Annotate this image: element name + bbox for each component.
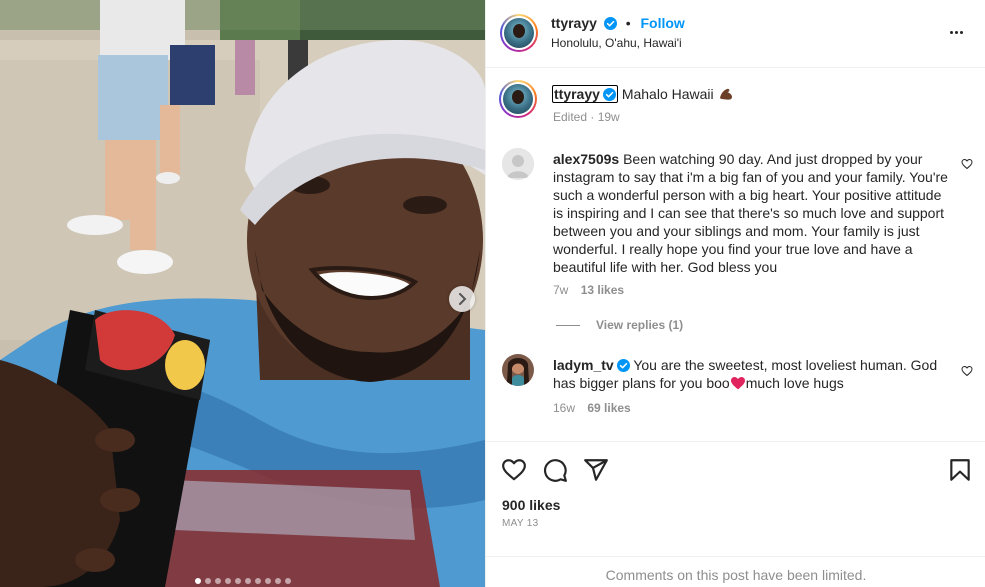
selfie-beach-photo <box>0 0 485 587</box>
verified-badge-icon <box>603 17 617 30</box>
post-actions: 900 likes MAY 13 Comments on this post h… <box>486 441 985 587</box>
comment-meta: 7w 13 likes <box>553 283 624 297</box>
carousel-dot <box>274 578 281 584</box>
default-avatar-icon <box>502 148 534 180</box>
carousel-dot <box>264 578 271 584</box>
verified-badge-icon <box>602 88 616 101</box>
share-icon[interactable] <box>583 457 609 483</box>
likes-count[interactable]: 900 likes <box>502 497 560 513</box>
author-avatar[interactable] <box>500 14 538 52</box>
heart-icon[interactable] <box>961 158 973 170</box>
comment-body: ladym_tv You are the sweetest, most love… <box>553 356 948 392</box>
post-location[interactable]: Honolulu, O'ahu, Hawai'i <box>551 36 682 50</box>
caption-username[interactable]: ttyrayy <box>554 86 600 102</box>
caption-line: ttyrayy Mahalo Hawaii <box>552 85 734 103</box>
post-header: ttyrayy • Follow Honolulu, O'ahu, Hawai'… <box>486 0 985 68</box>
bookmark-icon[interactable] <box>947 457 973 483</box>
carousel-dot <box>214 578 221 584</box>
chevron-right-icon <box>459 293 467 305</box>
post-date[interactable]: MAY 13 <box>502 518 538 529</box>
caption-text: Mahalo Hawaii <box>621 86 714 102</box>
comments-limited-notice: Comments on this post have been limited. <box>486 556 985 587</box>
post-photo[interactable] <box>0 0 485 587</box>
verified-badge-icon <box>616 359 630 372</box>
like-heart-icon[interactable] <box>501 457 527 483</box>
flexed-biceps-emoji-icon <box>719 88 732 100</box>
comment-avatar[interactable] <box>502 354 534 386</box>
carousel-dot <box>244 578 251 584</box>
carousel-dot <box>194 578 201 584</box>
author-line: ttyrayy • Follow <box>551 15 685 31</box>
comment-age: 7w <box>553 283 569 297</box>
caption-meta: Edited · 19w <box>553 110 620 124</box>
carousel-next-button[interactable] <box>449 286 475 312</box>
carousel-dot <box>204 578 211 584</box>
user-photo-icon <box>502 354 534 386</box>
author-username[interactable]: ttyrayy <box>551 15 597 31</box>
more-options-icon[interactable] <box>950 24 966 40</box>
red-heart-emoji-icon <box>730 376 745 390</box>
comment-age: 16w <box>553 401 576 415</box>
comment-text: Been watching 90 day. And just dropped b… <box>553 151 948 275</box>
comment-likes[interactable]: 69 likes <box>587 401 630 415</box>
comment-icon[interactable] <box>542 457 568 483</box>
post-sidebar: ttyrayy • Follow Honolulu, O'ahu, Hawai'… <box>485 0 985 587</box>
comment-body: alex7509s Been watching 90 day. And just… <box>553 150 948 276</box>
carousel-dot <box>254 578 261 584</box>
comment-username[interactable]: alex7509s <box>553 151 619 167</box>
comment-text-end: much love hugs <box>745 375 844 391</box>
carousel-dot <box>284 578 291 584</box>
comment-meta: 16w 69 likes <box>553 401 631 415</box>
view-replies-label: View replies (1) <box>596 318 684 332</box>
heart-icon[interactable] <box>961 365 973 377</box>
view-replies-button[interactable]: View replies (1) <box>556 318 683 332</box>
comment-username[interactable]: ladym_tv <box>553 357 614 373</box>
comment-avatar[interactable] <box>502 148 534 180</box>
follow-button[interactable]: Follow <box>641 15 685 31</box>
caption-avatar[interactable] <box>499 80 537 118</box>
separator-dot: • <box>625 15 631 31</box>
carousel-dot <box>224 578 231 584</box>
carousel-dot <box>234 578 241 584</box>
carousel-indicator <box>0 578 485 584</box>
comment-likes[interactable]: 13 likes <box>581 283 624 297</box>
